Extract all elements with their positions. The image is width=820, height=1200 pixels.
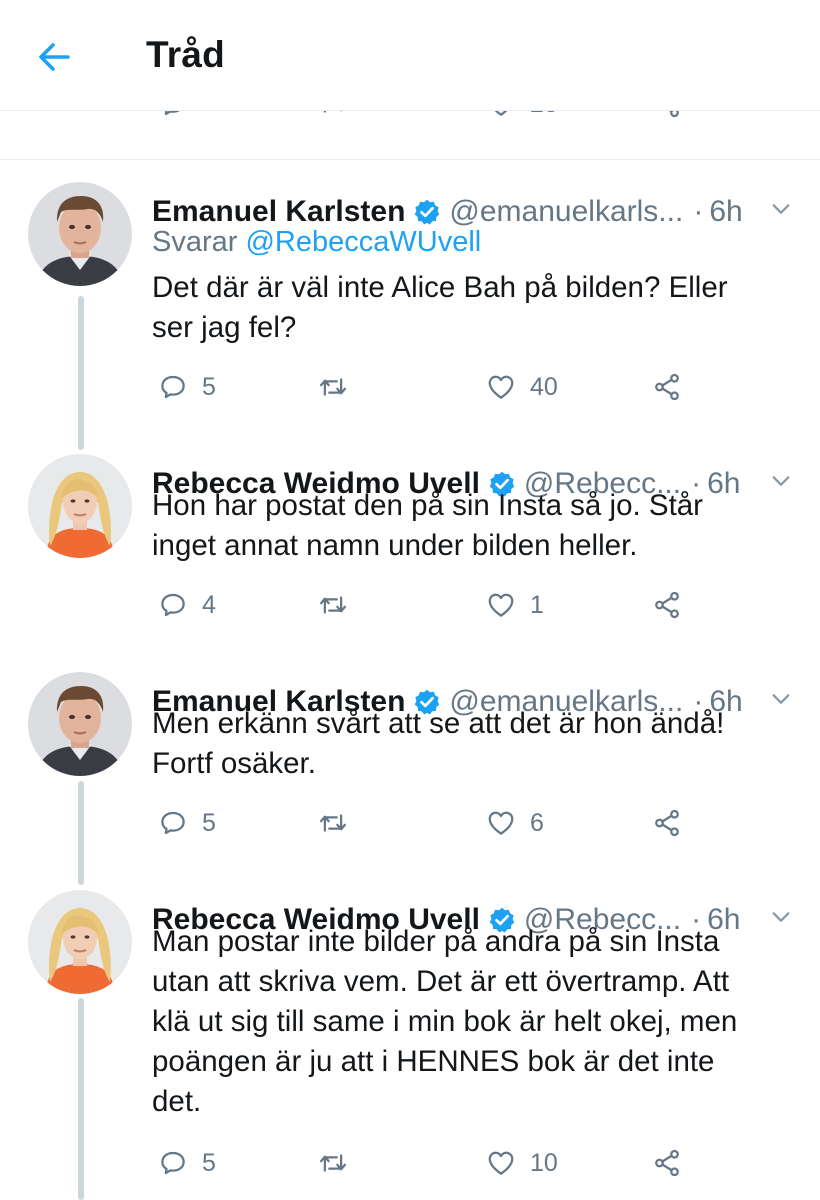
like-button[interactable]: 6 bbox=[486, 808, 544, 838]
text-line: utan att skriva vem. Det är ett övertram… bbox=[152, 965, 730, 998]
page-title: Tråd bbox=[146, 34, 225, 75]
like-icon bbox=[486, 808, 516, 838]
share-button[interactable] bbox=[652, 111, 682, 119]
reply-button[interactable] bbox=[158, 111, 188, 119]
reply-count: 4 bbox=[202, 590, 216, 619]
avatar[interactable] bbox=[28, 672, 132, 776]
reply-count: 5 bbox=[202, 808, 216, 837]
retweet-icon bbox=[318, 372, 348, 402]
tweet-text: Hon har postat den på sin Insta så jo. S… bbox=[152, 486, 792, 566]
retweet-icon bbox=[318, 590, 348, 620]
like-icon bbox=[486, 590, 516, 620]
tweet-text: Det där är väl inte Alice Bah på bilden?… bbox=[152, 268, 792, 348]
reply-context: Svarar @RebeccaWUvell bbox=[152, 222, 481, 262]
text-line: klä ut sig till same i min bok är helt o… bbox=[152, 1005, 738, 1038]
avatar[interactable] bbox=[28, 454, 132, 558]
like-button[interactable]: 23 bbox=[486, 111, 558, 119]
retweet-icon bbox=[318, 808, 348, 838]
retweet-button[interactable] bbox=[318, 1148, 362, 1178]
like-button[interactable]: 40 bbox=[486, 372, 558, 402]
tweet-text: Men erkänn svårt att se att det är hon ä… bbox=[152, 704, 792, 784]
avatar[interactable] bbox=[28, 890, 132, 994]
like-count: 23 bbox=[530, 111, 558, 119]
tweet-text: Man postar inte bilder på andra på sin I… bbox=[152, 922, 792, 1122]
thread-line bbox=[78, 998, 84, 1200]
top-bar: Tråd bbox=[0, 0, 820, 111]
share-button[interactable] bbox=[652, 590, 682, 620]
share-button[interactable] bbox=[652, 808, 682, 838]
text-line: poängen är ju att i HENNES bok är det in… bbox=[152, 1045, 715, 1078]
share-icon bbox=[652, 1148, 682, 1178]
reply-icon bbox=[158, 372, 188, 402]
reply-button[interactable]: 5 bbox=[158, 808, 216, 838]
retweet-icon bbox=[318, 111, 348, 119]
text-line: ser jag fel? bbox=[152, 311, 297, 344]
like-count: 1 bbox=[530, 590, 544, 619]
avatar[interactable] bbox=[28, 182, 132, 286]
reply-button[interactable]: 5 bbox=[158, 372, 216, 402]
text-line: Fortf osäker. bbox=[152, 747, 316, 780]
retweet-button[interactable] bbox=[318, 808, 362, 838]
author-handle: @emanuelkarls... bbox=[449, 195, 684, 228]
reply-button[interactable]: 4 bbox=[158, 590, 216, 620]
reply-count: 5 bbox=[202, 372, 216, 401]
retweet-icon bbox=[318, 1148, 348, 1178]
share-icon bbox=[652, 111, 682, 119]
thread-line bbox=[78, 296, 84, 450]
share-button[interactable] bbox=[652, 1148, 682, 1178]
reply-icon bbox=[158, 111, 188, 119]
back-button[interactable] bbox=[32, 34, 78, 80]
chevron-down-icon[interactable] bbox=[770, 198, 792, 220]
text-line: Hon har postat den på sin Insta så jo. S… bbox=[152, 489, 703, 522]
text-line: inget annat namn under bilden heller. bbox=[152, 529, 638, 562]
like-count: 10 bbox=[530, 1148, 558, 1177]
retweet-button[interactable] bbox=[318, 590, 362, 620]
text-line: Men erkänn svårt att se att det är hon ä… bbox=[152, 707, 725, 740]
like-button[interactable]: 10 bbox=[486, 1148, 558, 1178]
share-icon bbox=[652, 808, 682, 838]
reply-icon bbox=[158, 590, 188, 620]
thread-line bbox=[78, 781, 84, 885]
like-icon bbox=[486, 111, 516, 119]
like-count: 40 bbox=[530, 372, 558, 401]
reply-icon bbox=[158, 808, 188, 838]
timestamp[interactable]: 6h bbox=[709, 195, 742, 228]
text-line: Det där är väl inte Alice Bah på bilden?… bbox=[152, 271, 728, 304]
retweet-button[interactable] bbox=[318, 372, 362, 402]
share-button[interactable] bbox=[652, 372, 682, 402]
back-arrow-icon bbox=[39, 43, 70, 71]
share-icon bbox=[652, 590, 682, 620]
text-line: det. bbox=[152, 1085, 202, 1118]
previous-tweet-actions: 23 bbox=[0, 111, 820, 160]
reply-button[interactable]: 5 bbox=[158, 1148, 216, 1178]
separator: · bbox=[693, 195, 704, 228]
reply-count: 5 bbox=[202, 1148, 216, 1177]
reply-icon bbox=[158, 1148, 188, 1178]
like-icon bbox=[486, 1148, 516, 1178]
retweet-button[interactable] bbox=[318, 111, 348, 119]
share-icon bbox=[652, 372, 682, 402]
like-button[interactable]: 1 bbox=[486, 590, 544, 620]
reply-prefix: Svarar bbox=[152, 226, 238, 258]
text-line: Man postar inte bilder på andra på sin I… bbox=[152, 925, 720, 958]
like-icon bbox=[486, 372, 516, 402]
like-count: 6 bbox=[530, 808, 544, 837]
reply-mention[interactable]: @RebeccaWUvell bbox=[245, 226, 481, 258]
